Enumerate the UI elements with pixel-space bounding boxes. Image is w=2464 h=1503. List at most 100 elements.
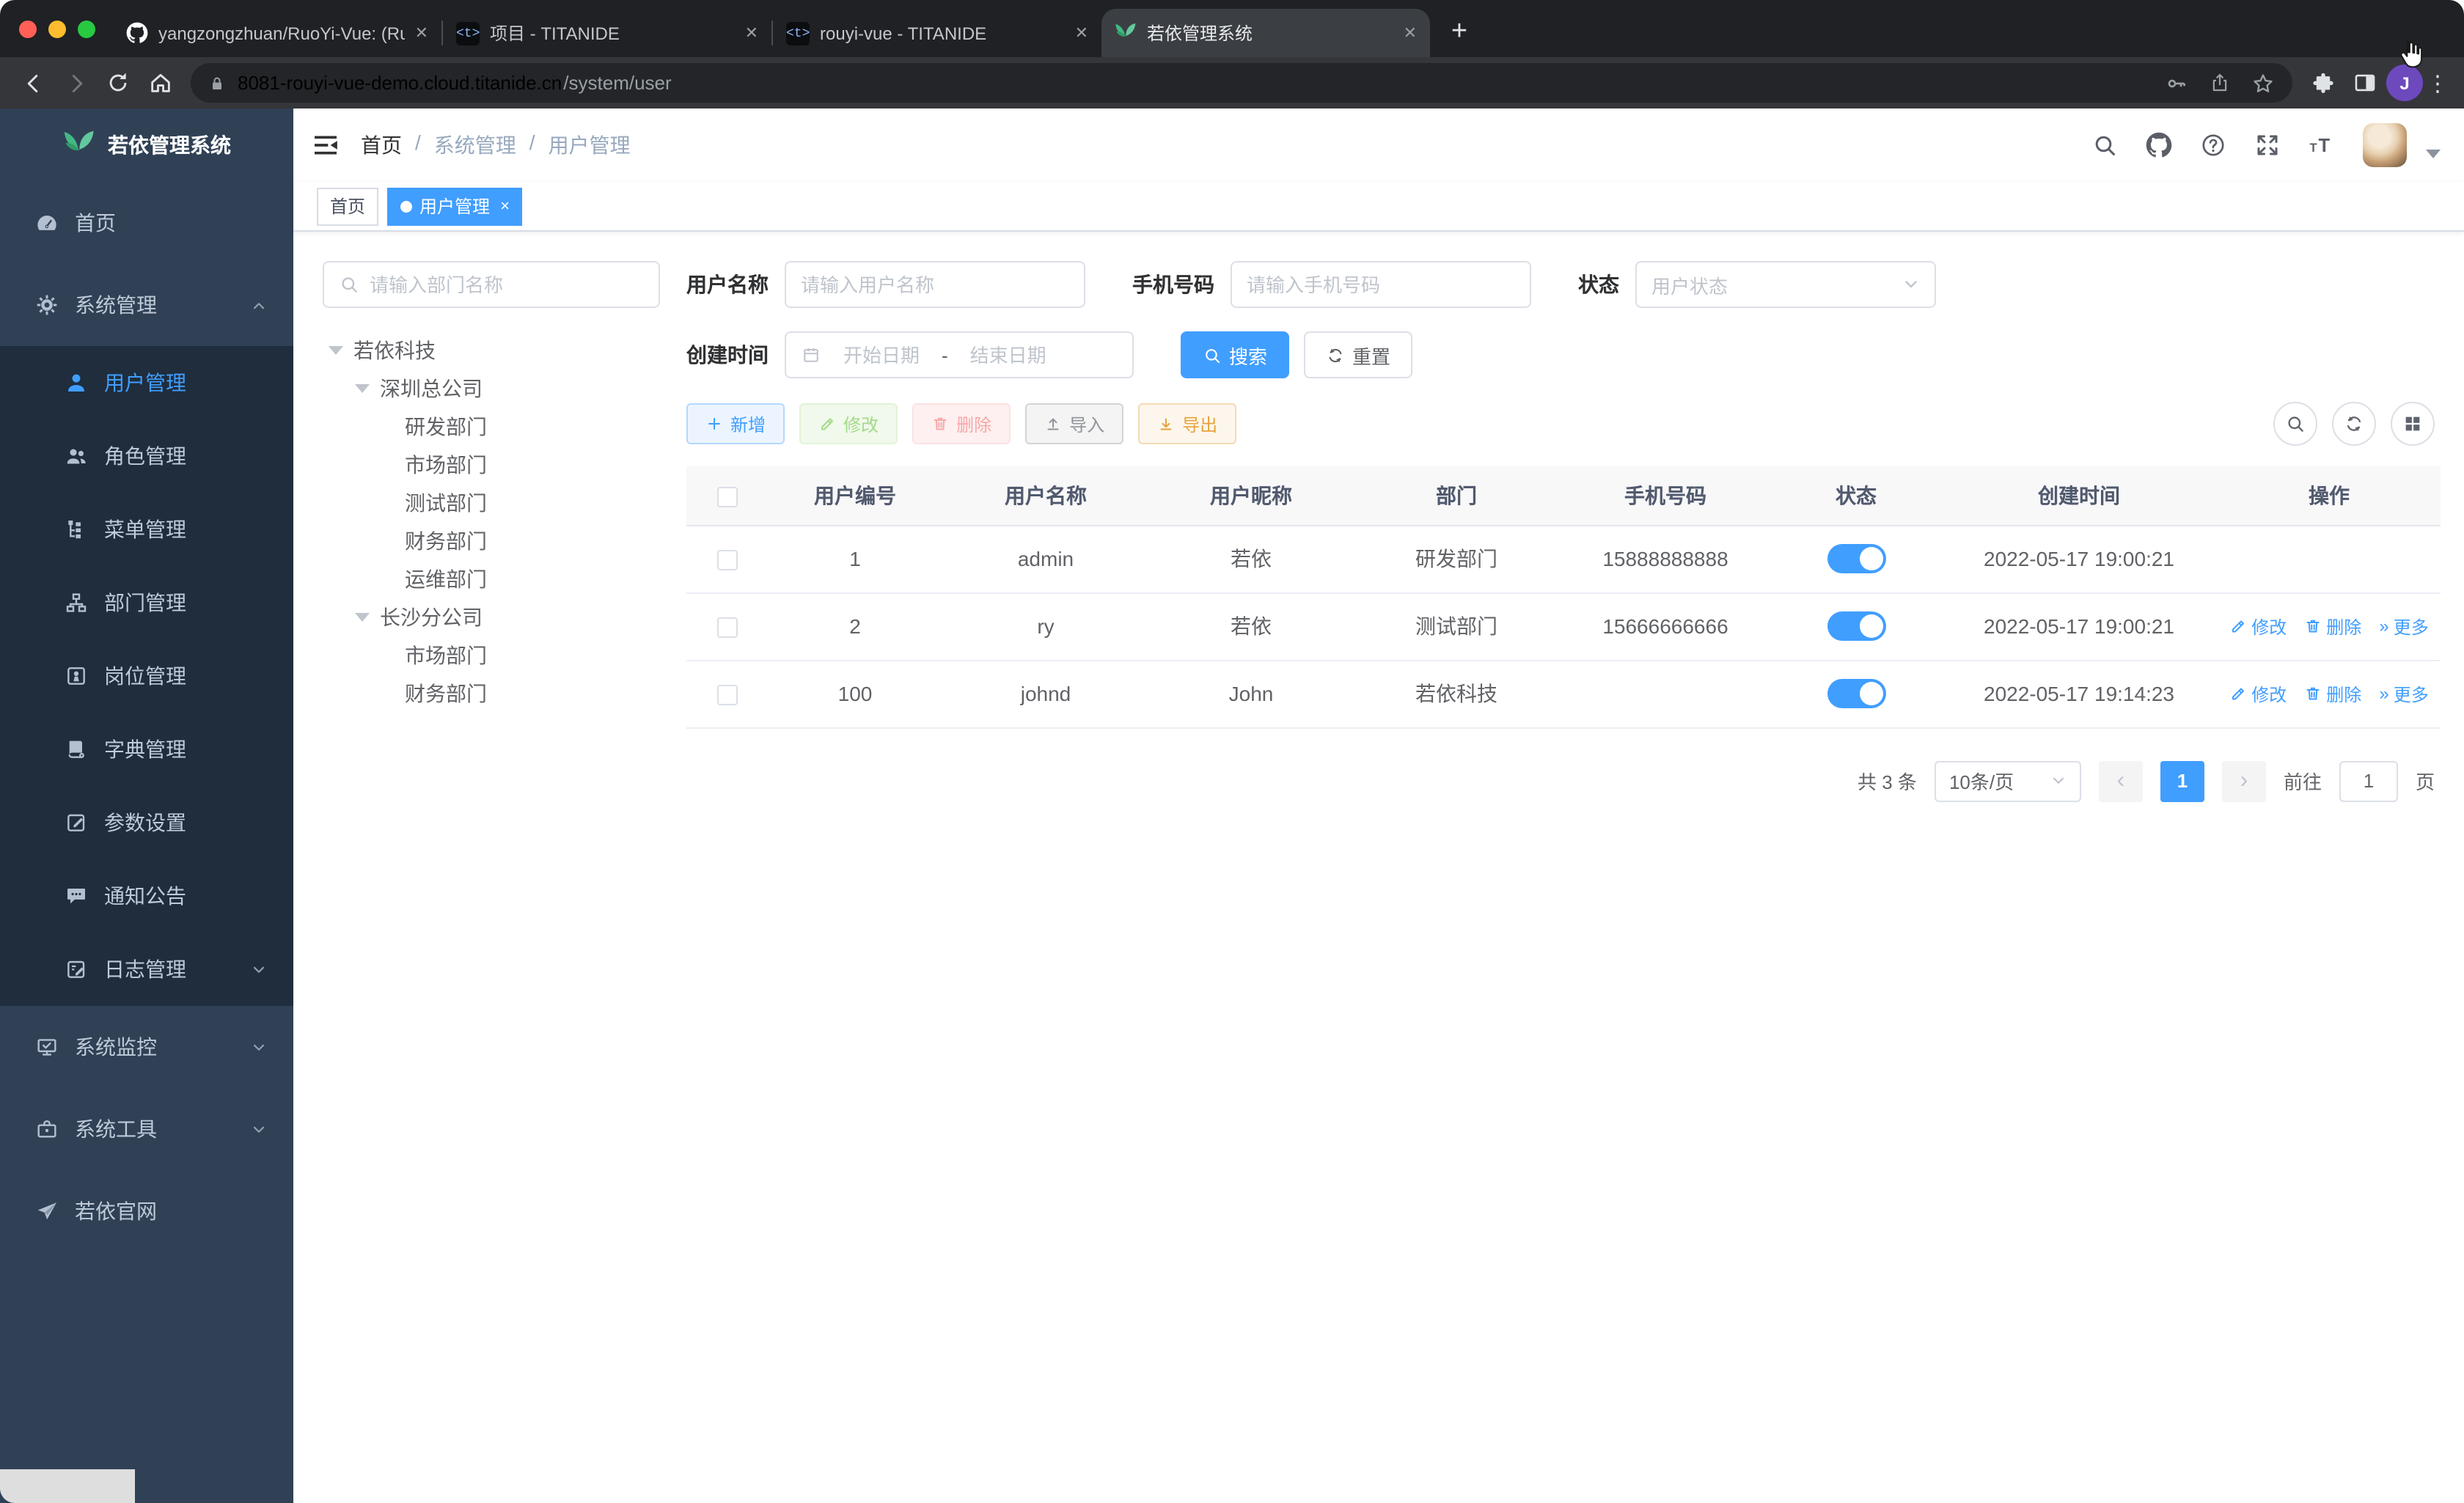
new-tab-button[interactable]: + <box>1439 12 1480 53</box>
import-button[interactable]: 导入 <box>1025 403 1124 444</box>
app-logo[interactable]: 若依管理系统 <box>0 109 293 182</box>
export-button[interactable]: 导出 <box>1138 403 1237 444</box>
row-more-link[interactable]: » 更多 <box>2379 681 2428 706</box>
browser-menu-icon[interactable]: ⋮ <box>2423 70 2452 96</box>
phone-input[interactable] <box>1231 261 1531 308</box>
fullscreen-icon[interactable] <box>2254 132 2281 158</box>
page-size-select[interactable]: 10条/页 <box>1934 760 2081 801</box>
tab-close-icon[interactable]: ✕ <box>1404 23 1417 43</box>
tree-node[interactable]: 市场部门 <box>323 636 660 675</box>
row-checkbox[interactable] <box>716 617 737 639</box>
select-all-checkbox[interactable] <box>716 486 737 507</box>
sidebar-item-dict-management[interactable]: 字典管理 <box>0 713 293 786</box>
sidebar-item-role-management[interactable]: 角色管理 <box>0 419 293 493</box>
tab-close-icon[interactable]: ✕ <box>1075 23 1088 43</box>
username-input[interactable] <box>785 261 1085 308</box>
goto-page-input[interactable] <box>2339 760 2398 801</box>
browser-tab-ruoyi-admin-active[interactable]: 若依管理系统 ✕ <box>1101 9 1430 57</box>
password-key-icon[interactable] <box>2165 71 2188 95</box>
browser-tab-titanide-project[interactable]: <t> 项目 - TITANIDE ✕ <box>443 9 771 57</box>
row-delete-link[interactable]: 删除 <box>2304 681 2361 706</box>
breadcrumb-home[interactable]: 首页 <box>361 131 402 160</box>
window-close-button[interactable] <box>19 20 37 37</box>
tree-node-root[interactable]: 若依科技 <box>323 331 660 370</box>
window-zoom-button[interactable] <box>78 20 95 37</box>
dept-tree: 若依科技 深圳总公司 研发部门 市场部门 测试部门 财务部门 运维部门 长沙分公… <box>323 331 660 713</box>
extensions-puzzle-icon[interactable] <box>2301 62 2344 104</box>
row-edit-link[interactable]: 修改 <box>2229 681 2287 706</box>
help-icon[interactable] <box>2200 132 2226 158</box>
search-button[interactable]: 搜索 <box>1181 331 1290 378</box>
caret-down-icon[interactable] <box>329 346 343 355</box>
font-size-icon[interactable] <box>2309 132 2335 158</box>
edit-button[interactable]: 修改 <box>799 403 898 444</box>
github-icon[interactable] <box>2146 132 2172 158</box>
browser-tab-ruoyi-github[interactable]: yangzongzhuan/RuoYi-Vue: (Ru ✕ <box>113 9 441 57</box>
sidebar-item-user-management[interactable]: 用户管理 <box>0 346 293 419</box>
window-minimize-button[interactable] <box>48 20 66 37</box>
caret-down-icon[interactable] <box>355 384 370 393</box>
tree-node[interactable]: 深圳总公司 <box>323 370 660 408</box>
sidebar-item-ruoyi-website[interactable]: 若依官网 <box>0 1170 293 1252</box>
show-search-toggle-button[interactable] <box>2273 402 2317 446</box>
column-settings-button[interactable] <box>2391 402 2435 446</box>
tag-user-management-active[interactable]: 用户管理 × <box>387 187 523 225</box>
home-button[interactable] <box>139 62 182 104</box>
forward-button[interactable] <box>54 62 97 104</box>
page-1-button[interactable]: 1 <box>2160 760 2204 801</box>
tab-close-icon[interactable]: ✕ <box>415 23 428 43</box>
prev-page-button[interactable]: ‹ <box>2098 760 2143 801</box>
sidebar-item-system-management[interactable]: 系统管理 <box>0 264 293 346</box>
bookmark-star-icon[interactable] <box>2251 71 2275 95</box>
side-panel-icon[interactable] <box>2344 62 2386 104</box>
row-checkbox[interactable] <box>716 685 737 706</box>
status-toggle[interactable] <box>1827 611 1885 641</box>
add-button[interactable]: 新增 <box>686 403 785 444</box>
dept-search-input[interactable] <box>370 273 644 295</box>
tree-node[interactable]: 市场部门 <box>323 446 660 484</box>
sidebar-item-log-management[interactable]: 日志管理 <box>0 933 293 1006</box>
avatar-caret-down-icon[interactable] <box>2426 150 2441 158</box>
tree-node[interactable]: 运维部门 <box>323 560 660 598</box>
share-icon[interactable] <box>2209 72 2231 94</box>
status-toggle[interactable] <box>1827 544 1885 573</box>
status-select[interactable]: 用户状态 <box>1635 261 1936 308</box>
macos-traffic-lights <box>0 0 113 57</box>
sidebar-fold-icon[interactable] <box>311 131 340 160</box>
tab-close-icon[interactable]: ✕ <box>745 23 758 43</box>
reset-button[interactable]: 重置 <box>1304 331 1413 378</box>
tag-home[interactable]: 首页 <box>317 187 379 225</box>
status-toggle[interactable] <box>1827 679 1885 708</box>
reload-button[interactable] <box>97 62 139 104</box>
sidebar-item-post-management[interactable]: 岗位管理 <box>0 639 293 713</box>
sidebar-item-home[interactable]: 首页 <box>0 182 293 264</box>
sidebar-item-notice[interactable]: 通知公告 <box>0 859 293 933</box>
next-page-button[interactable]: › <box>2221 760 2266 801</box>
row-checkbox[interactable] <box>716 550 737 571</box>
date-start-input[interactable] <box>830 344 933 366</box>
tree-node[interactable]: 测试部门 <box>323 484 660 522</box>
tag-close-icon[interactable]: × <box>500 197 510 215</box>
tree-node[interactable]: 研发部门 <box>323 408 660 446</box>
browser-tab-rouyi-vue[interactable]: <t> rouyi-vue - TITANIDE ✕ <box>773 9 1101 57</box>
user-avatar[interactable] <box>2363 123 2407 167</box>
sidebar-item-system-tools[interactable]: 系统工具 <box>0 1088 293 1170</box>
address-bar[interactable]: 8081-rouyi-vue-demo.cloud.titanide.cn/sy… <box>191 63 2292 103</box>
refresh-table-button[interactable] <box>2332 402 2376 446</box>
sidebar-item-dept-management[interactable]: 部门管理 <box>0 566 293 639</box>
search-icon[interactable] <box>2091 132 2118 158</box>
sidebar-item-system-monitor[interactable]: 系统监控 <box>0 1006 293 1088</box>
date-range-picker[interactable]: - <box>785 331 1134 378</box>
sidebar-item-menu-management[interactable]: 菜单管理 <box>0 493 293 566</box>
row-edit-link[interactable]: 修改 <box>2229 614 2287 639</box>
row-delete-link[interactable]: 删除 <box>2304 614 2361 639</box>
delete-button[interactable]: 删除 <box>912 403 1011 444</box>
tree-node[interactable]: 财务部门 <box>323 522 660 560</box>
tree-node[interactable]: 长沙分公司 <box>323 598 660 636</box>
date-end-input[interactable] <box>956 344 1060 366</box>
tree-node[interactable]: 财务部门 <box>323 675 660 713</box>
caret-down-icon[interactable] <box>355 613 370 622</box>
back-button[interactable] <box>12 62 54 104</box>
row-more-link[interactable]: » 更多 <box>2379 614 2428 639</box>
sidebar-item-param-settings[interactable]: 参数设置 <box>0 786 293 859</box>
